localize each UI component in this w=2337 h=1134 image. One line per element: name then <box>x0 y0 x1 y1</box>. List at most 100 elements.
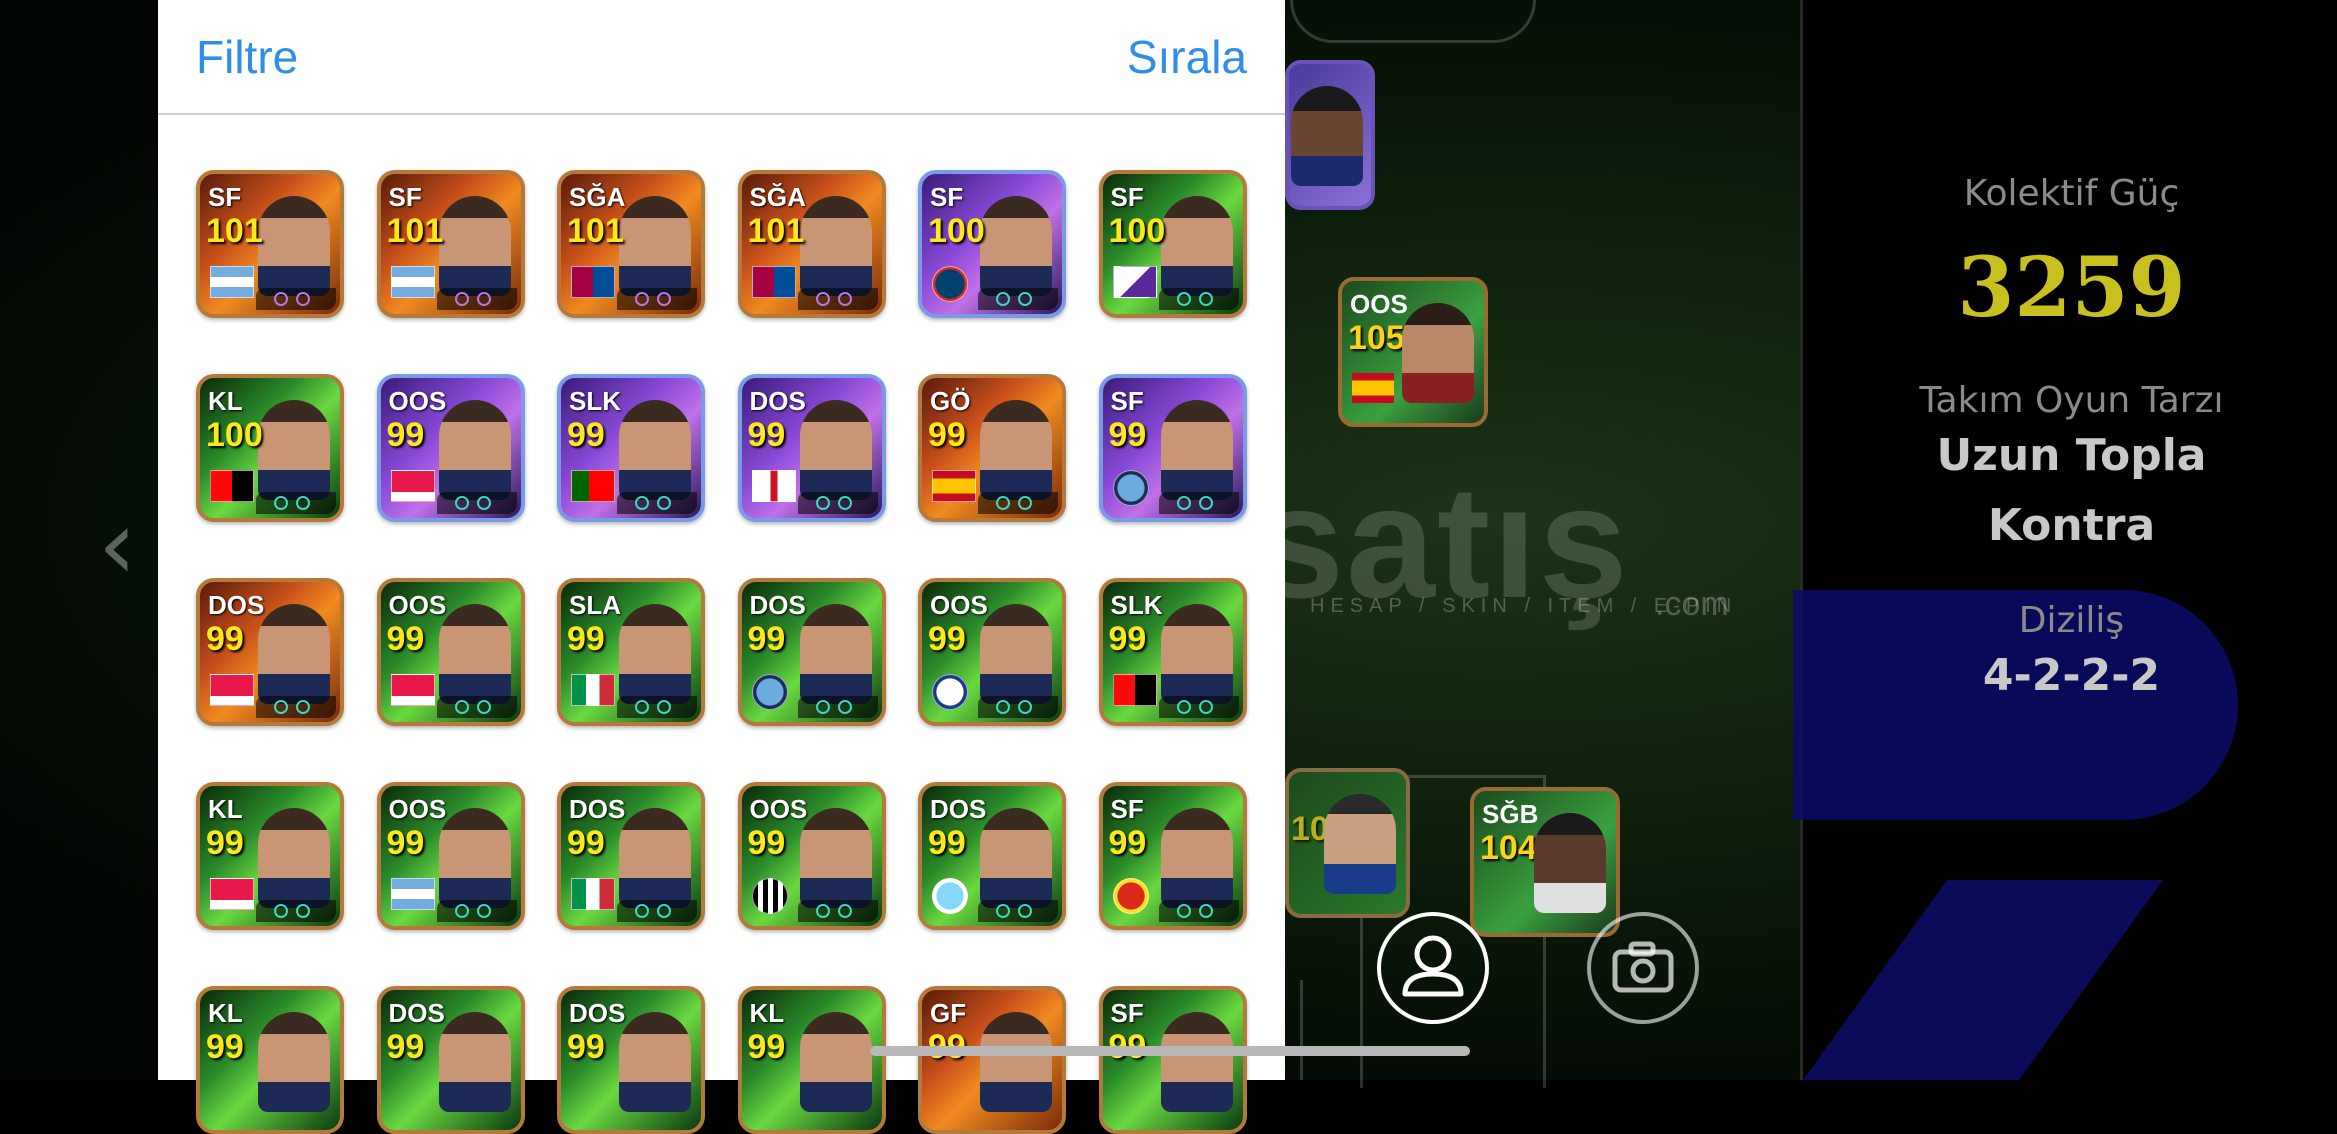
player-card[interactable]: SLA 99 <box>557 578 705 726</box>
player-card[interactable]: OOS 99 <box>376 578 525 726</box>
skill-dot-icon <box>635 496 649 510</box>
player-portrait <box>1534 813 1606 913</box>
flag-argentina-icon <box>390 266 435 298</box>
player-card[interactable]: SĞA 101 <box>557 170 705 318</box>
player-card[interactable]: DOS 99 <box>376 986 525 1134</box>
sort-button[interactable]: Sırala <box>1127 30 1247 84</box>
player-rating: 99 <box>1108 416 1147 454</box>
skill-dot-icon <box>296 904 310 918</box>
player-card[interactable]: SF99 <box>1098 986 1247 1134</box>
field-player-card[interactable]: SĞB 104 <box>1470 787 1620 937</box>
player-rating: 104 <box>1480 829 1537 867</box>
player-position: DOS <box>388 998 445 1028</box>
player-portrait <box>619 196 691 296</box>
player-card[interactable]: SLK 99 <box>1098 578 1247 726</box>
skill-dot-icon <box>476 904 491 918</box>
player-card[interactable]: GF99 <box>918 986 1066 1134</box>
player-position: KL <box>208 386 243 416</box>
player-selection-panel: Filtre Sırala SF 101 SF 101 SĞA 101 SĞA 101 SF 10… <box>158 0 1285 1134</box>
player-card[interactable]: SF 100 <box>1098 170 1247 318</box>
player-card[interactable]: SF99 <box>1098 374 1247 522</box>
player-card[interactable]: DOS 99 <box>918 782 1066 930</box>
player-card[interactable]: SF 100 <box>918 170 1066 318</box>
player-card[interactable]: SĞA 101 <box>737 170 886 318</box>
skill-dot-icon <box>476 292 491 306</box>
skill-dot-icon <box>996 700 1010 714</box>
player-card[interactable]: OOS 99 <box>737 782 886 930</box>
player-card[interactable]: OOS 99 <box>918 578 1066 726</box>
player-position: DOS <box>749 386 806 416</box>
skill-dot-icon <box>837 496 852 510</box>
skill-indicator <box>617 900 697 922</box>
skill-indicator <box>978 492 1058 514</box>
player-rating: 99 <box>747 1028 786 1066</box>
player-rating: 99 <box>928 620 966 658</box>
player-position: SF <box>1110 998 1144 1028</box>
skill-dot-icon <box>296 700 310 714</box>
player-rating: 99 <box>206 824 244 862</box>
player-portrait <box>1160 604 1233 704</box>
player-position: OOS <box>749 794 808 824</box>
player-card[interactable]: SF 101 <box>196 170 344 318</box>
player-card[interactable]: KL 99 <box>196 986 344 1134</box>
field-player-card[interactable]: 106 <box>1285 768 1410 918</box>
skill-dot-icon <box>1176 904 1191 918</box>
player-portrait <box>258 1012 330 1112</box>
home-indicator[interactable] <box>870 1046 1470 1056</box>
skill-indicator <box>256 696 336 718</box>
pitch-line <box>1290 0 1536 43</box>
player-card[interactable]: SLK 99 <box>557 374 705 522</box>
player-card[interactable]: DOS 99 <box>196 578 344 726</box>
player-rating: 99 <box>928 416 966 454</box>
player-card[interactable]: KL 99 <box>737 986 886 1134</box>
player-position: SF <box>208 182 242 212</box>
player-rating: 99 <box>928 824 966 862</box>
player-card[interactable]: DOS 99 <box>557 782 705 930</box>
player-position: SĞA <box>569 182 626 212</box>
skill-dot-icon <box>274 496 288 510</box>
skill-indicator <box>1158 288 1239 310</box>
skill-dot-icon <box>1198 496 1213 510</box>
player-rating: 100 <box>1108 212 1166 250</box>
player-portrait <box>1291 86 1363 186</box>
player-portrait <box>619 808 691 908</box>
player-card[interactable]: SF 101 <box>376 170 525 318</box>
skill-dot-icon <box>1018 292 1032 306</box>
skill-indicator <box>436 288 517 310</box>
player-portrait <box>799 604 872 704</box>
player-card[interactable]: GÖ 99 <box>918 374 1066 522</box>
flag-lazio-icon <box>932 878 968 914</box>
player-card[interactable]: OOS 99 <box>376 374 525 522</box>
field-player-card[interactable]: OOS 105 <box>1338 277 1488 427</box>
skill-indicator <box>436 696 517 718</box>
camera-icon <box>1612 941 1674 993</box>
camera-button[interactable] <box>1587 912 1699 1024</box>
player-card[interactable]: KL 99 <box>196 782 344 930</box>
skill-dot-icon <box>815 904 830 918</box>
player-rating: 101 <box>747 212 805 250</box>
player-rating: 105 <box>1348 319 1405 357</box>
player-portrait <box>799 196 872 296</box>
profile-button[interactable] <box>1377 912 1489 1024</box>
skill-dot-icon <box>837 700 852 714</box>
player-card[interactable]: DOS 99 <box>737 578 886 726</box>
flag-italy-icon <box>571 674 615 706</box>
player-card[interactable]: DOS 99 <box>557 986 705 1134</box>
flag-club-red-icon <box>390 470 435 502</box>
chevron-left-icon[interactable]: ‹ <box>98 497 138 593</box>
player-card[interactable]: SF99 <box>1098 782 1247 930</box>
field-player-card[interactable] <box>1285 60 1375 210</box>
flag-milan-icon <box>210 470 254 502</box>
skill-dot-icon <box>815 496 830 510</box>
player-card[interactable]: DOS 99 <box>737 374 886 522</box>
player-position: DOS <box>569 794 626 824</box>
player-portrait <box>258 400 330 500</box>
flag-argentina-icon <box>210 266 254 298</box>
player-card[interactable]: OOS 99 <box>376 782 525 930</box>
filter-button[interactable]: Filtre <box>196 30 298 84</box>
skill-dot-icon <box>476 700 491 714</box>
player-position: SĞB <box>1482 799 1539 829</box>
skill-dot-icon <box>1018 496 1032 510</box>
player-card[interactable]: KL 100 <box>196 374 344 522</box>
flag-manutd-icon <box>1112 878 1149 914</box>
